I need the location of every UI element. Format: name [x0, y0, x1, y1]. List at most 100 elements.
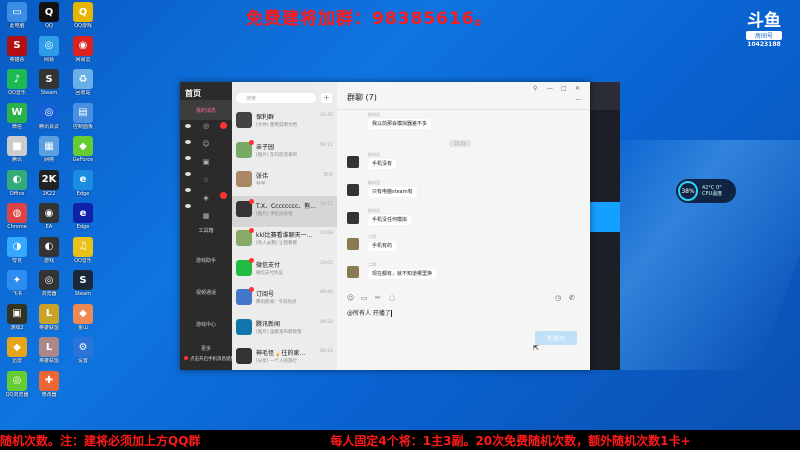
desktop-icon[interactable]: ⚙ 设置: [66, 337, 100, 364]
desktop-icon[interactable]: L 英雄联盟: [32, 337, 66, 364]
desktop-icon[interactable]: 2K 2K22: [32, 169, 66, 197]
desktop-icon[interactable]: ◐ 游戏: [32, 236, 66, 264]
desktop-icon[interactable]: ✦ 飞书: [0, 270, 34, 297]
message-bubble[interactable]: 现在都有，就不知道哪里换: [368, 269, 437, 279]
rail-game-assistant[interactable]: 游戏助手: [180, 250, 232, 270]
desktop-icon[interactable]: ◐ Office: [0, 169, 34, 197]
message-bubble[interactable]: 手机有的: [368, 241, 397, 251]
desktop-icon[interactable]: ◆ GeForce: [66, 136, 100, 163]
message-bubble[interactable]: 手机没任何模拟: [368, 215, 412, 225]
history-icon[interactable]: ◷: [555, 294, 561, 302]
chat-bubble-icon[interactable]: ◌: [389, 294, 395, 302]
desktop-icon[interactable]: ◎ 腾讯会议: [32, 102, 66, 130]
conversation-list: ⌕ 搜索 + 保利群[文件] 使用说明文档10:35亲子园[图片] 在吗欢迎来到…: [232, 82, 337, 370]
conversation-name: kkl比赛看谁聊天一...: [256, 232, 313, 239]
minimize-icon[interactable]: —: [547, 85, 553, 92]
conversation-item[interactable]: 腾讯新闻 [图片] 国家发布新政策 09:20: [232, 314, 337, 345]
desktop-icon[interactable]: W 微信: [0, 102, 34, 130]
maximize-icon[interactable]: □: [561, 85, 567, 92]
message-bubble[interactable]: 手机没有: [368, 159, 397, 169]
desktop-icon[interactable]: ◆ 迅雷: [0, 337, 34, 364]
desktop-icon[interactable]: ◉ 网易云: [66, 35, 100, 63]
desktop-icon[interactable]: S 英雄杀: [0, 35, 34, 63]
desktop-icon[interactable]: ▦ 网络: [32, 136, 66, 163]
search-input[interactable]: 搜索: [236, 93, 316, 103]
conversation-time: 10:35: [320, 113, 333, 118]
box-icon[interactable]: ▣: [201, 158, 211, 168]
rail-video-call[interactable]: 视频通话: [180, 282, 232, 302]
background-app-window[interactable]: [590, 82, 620, 370]
message-bubble[interactable]: 只有电脑steam有: [368, 187, 417, 197]
conversation-name: 神毛怪🍦往的家...: [256, 350, 306, 357]
emoji-icon[interactable]: ☺: [347, 294, 354, 302]
desktop-icon[interactable]: ♫ QQ音乐: [66, 236, 100, 264]
avatar[interactable]: [347, 184, 359, 196]
conversation-item[interactable]: 订阅号 腾讯新闻：今日热点 09:40: [232, 284, 337, 315]
desktop-icon[interactable]: ▭ 此电脑: [0, 2, 34, 29]
desktop-icon[interactable]: e Edge: [66, 169, 100, 197]
cpu-widget[interactable]: 38% 42°C 0° CPU温度: [676, 179, 736, 203]
contacts-icon[interactable]: ☺: [201, 140, 211, 150]
conversation-item[interactable]: T.X、Cccccccc、熊... [图片] 手机没有电 10:12: [232, 195, 337, 227]
desktop-icon[interactable]: ◎ 网易: [32, 35, 66, 63]
desktop-icon[interactable]: ♪ QQ音乐: [0, 69, 34, 96]
eye-icon[interactable]: [185, 172, 191, 176]
add-button[interactable]: +: [321, 93, 332, 103]
app-icon: ◐: [39, 236, 59, 257]
desktop-icon[interactable]: ◆ 金山: [66, 303, 100, 331]
send-button[interactable]: 发送(S): [535, 331, 577, 345]
close-icon[interactable]: ✕: [575, 85, 580, 92]
rail-more[interactable]: 更多: [180, 338, 232, 358]
desktop-icon[interactable]: ♻ 回收站: [66, 69, 100, 96]
desktop-icon[interactable]: ■ 腾讯: [0, 136, 34, 163]
qq-brand[interactable]: 首页: [185, 88, 201, 99]
avatar: [236, 112, 252, 128]
conversation-item[interactable]: 保利群 [文件] 使用说明文档 10:35: [232, 107, 337, 138]
desktop-icon[interactable]: S Steam: [66, 270, 100, 297]
desktop-icon[interactable]: L 英雄联盟: [32, 303, 66, 331]
desktop-icon-label: QQ音乐: [74, 257, 92, 264]
rail-my-messages[interactable]: 我的消息: [180, 100, 232, 120]
desktop-icon[interactable]: ◍ Chrome: [0, 203, 34, 230]
rail-game-center[interactable]: 游戏中心: [180, 314, 232, 334]
eye-icon[interactable]: [185, 124, 191, 128]
avatar: [236, 171, 252, 187]
eye-icon[interactable]: [185, 188, 191, 192]
desktop-icon[interactable]: Q QQ游戏: [66, 2, 100, 29]
avatar[interactable]: [347, 212, 359, 224]
phone-icon[interactable]: ✆: [569, 294, 575, 302]
conversation-item[interactable]: kkl比赛看谁聊天一... [有人@我] 让我看看 10:08: [232, 225, 337, 256]
desktop-icon[interactable]: ◉ EA: [32, 203, 66, 230]
desktop-icon[interactable]: ◑ 夸克: [0, 236, 34, 264]
message-bubble[interactable]: 我以前那会模拟器差不多: [368, 119, 432, 129]
conversation-preview: [有人@我] 让我看看: [256, 241, 297, 246]
desktop-icon[interactable]: ◎ 浏览器: [32, 270, 66, 297]
star-icon[interactable]: ☆: [201, 176, 211, 186]
scissors-icon[interactable]: ✂: [375, 294, 381, 302]
desktop-icon[interactable]: ◎ QQ浏览器: [0, 370, 34, 398]
avatar[interactable]: [347, 266, 359, 278]
desktop-icon[interactable]: e Edge: [66, 203, 100, 230]
rail-toolbox[interactable]: 工具箱: [180, 220, 232, 240]
eye-icon[interactable]: [185, 204, 191, 208]
eye-icon[interactable]: [185, 156, 191, 160]
conversation-item[interactable]: 微信支付 微信支付凭证 10:05: [232, 255, 337, 286]
conversation-item[interactable]: 张伟 😀😀 昨天: [232, 166, 337, 197]
pin-icon[interactable]: ⚲: [533, 85, 537, 92]
desktop-icon[interactable]: ▣ 游戏2: [0, 303, 34, 331]
conversation-item[interactable]: 亲子园 [图片] 在吗欢迎来到 09:21: [232, 137, 337, 168]
desktop-icon[interactable]: Q QQ: [32, 2, 66, 29]
avatar[interactable]: [347, 238, 359, 250]
conversation-item[interactable]: 神毛怪🍦往的家... [分享] 一个人的旅行 09:10: [232, 343, 337, 370]
desktop-icon[interactable]: ✚ 修改器: [32, 370, 66, 398]
message-input[interactable]: @所有人 开播了: [347, 308, 392, 317]
game-icon[interactable]: ◈: [201, 194, 211, 204]
folder-icon[interactable]: ▭: [361, 294, 368, 302]
desktop-icon[interactable]: S Steam: [32, 69, 66, 96]
chat-icon[interactable]: ◎: [201, 122, 211, 132]
more-icon[interactable]: ···: [575, 96, 582, 104]
desktop-icon[interactable]: ▤ 控制面板: [66, 102, 100, 130]
room-number: 10423188: [747, 41, 781, 48]
avatar[interactable]: [347, 156, 359, 168]
eye-icon[interactable]: [185, 140, 191, 144]
